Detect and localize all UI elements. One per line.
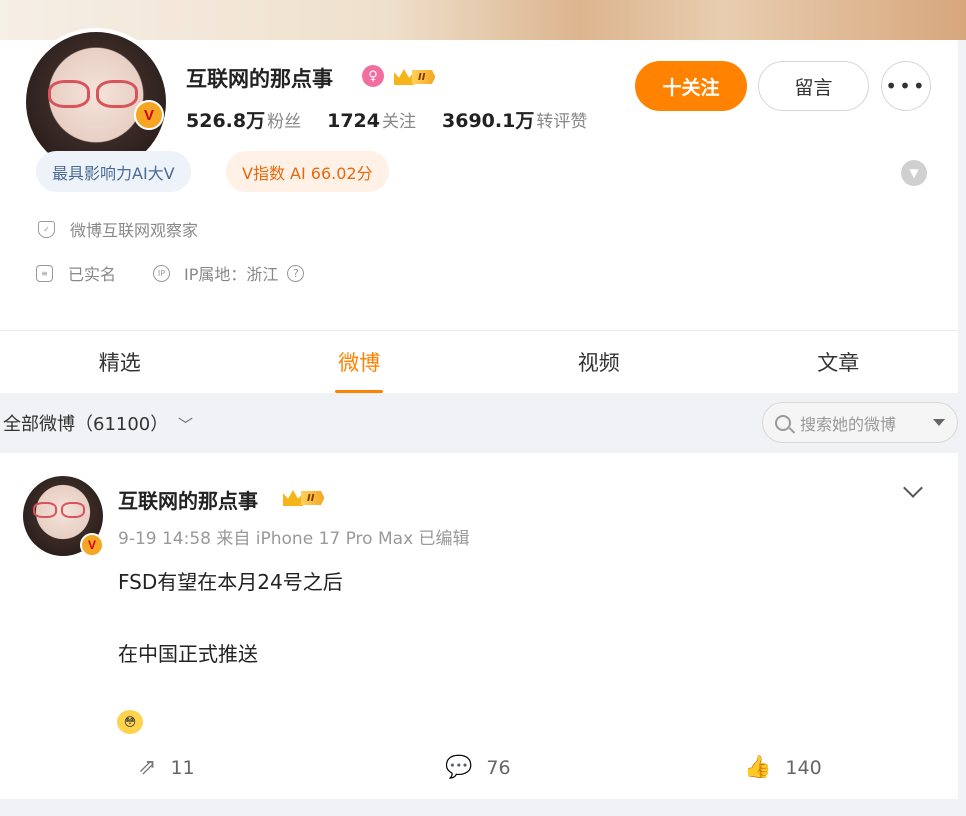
repost-count: 11: [170, 756, 195, 779]
help-icon[interactable]: ?: [287, 264, 305, 282]
post-text-line: 在中国正式推送: [118, 642, 258, 666]
like-button[interactable]: 👍 140: [744, 755, 822, 780]
stat-followers[interactable]: 526.8万 粉丝: [186, 106, 301, 133]
expand-chevron-icon[interactable]: ▼: [901, 160, 927, 186]
stat-value: 3690.1万: [442, 110, 535, 132]
post-filter-label: 全部微博（61100）: [3, 414, 169, 435]
tab-weibo[interactable]: 微博: [240, 331, 480, 393]
ip-icon: IP: [153, 264, 170, 282]
stat-value: 526.8万: [186, 110, 266, 132]
page: V 互联网的那点事 ♀ II 526.8万 粉丝 1724 关注 3690.1万 转评…: [0, 0, 966, 816]
stat-value: 1724: [327, 110, 380, 132]
stat-label: 粉丝: [267, 112, 302, 132]
ip-location-text: IP属地：浙江: [184, 265, 279, 284]
stat-label: 转评赞: [536, 112, 588, 132]
avatar-glasses-right: [96, 80, 138, 108]
search-icon: [775, 414, 791, 431]
post-meta: 9-19 14:58 来自 iPhone 17 Pro Max 已编辑: [118, 529, 470, 549]
description-row: ✓ 微博互联网观察家: [38, 217, 198, 241]
search-scope-caret-icon[interactable]: [933, 419, 945, 426]
verified-badge-icon: V: [80, 533, 104, 557]
message-button[interactable]: 留言: [758, 61, 869, 111]
stat-following[interactable]: 1724 关注: [327, 107, 416, 132]
v-index-tag[interactable]: V指数 AI 66.02分: [226, 151, 389, 192]
search-placeholder: 搜索她的微博: [800, 414, 897, 434]
comment-icon: 💬: [445, 755, 473, 780]
profile-stats: 526.8万 粉丝 1724 关注 3690.1万 转评赞: [186, 106, 587, 133]
post-text-line: FSD有望在本月24号之后: [118, 570, 343, 594]
avatar-glasses-left: [48, 80, 90, 108]
female-icon: ♀: [362, 65, 384, 87]
profile-tabs: 精选 微博 视频 文章: [0, 330, 958, 393]
ip-location-row: IP IP属地：浙江 ?: [153, 261, 305, 285]
post-card: V 互联网的那点事 II 9-19 14:58 来自 iPhone 17 Pro…: [0, 453, 958, 799]
stat-label: 关注: [382, 112, 416, 132]
repost-button[interactable]: ⇗ 11: [138, 755, 195, 780]
vip-level: II: [301, 491, 325, 505]
tab-featured[interactable]: 精选: [0, 331, 240, 393]
chevron-down-icon: ﹀: [178, 416, 194, 434]
tab-articles[interactable]: 文章: [719, 331, 959, 393]
filter-bar: 全部微博（61100） ﹀ 搜索她的微博: [0, 393, 966, 453]
more-options-button[interactable]: •••: [881, 61, 931, 111]
emoji-icon: 😳: [117, 710, 143, 734]
profile-name: 互联网的那点事: [186, 67, 333, 91]
description-text: 微博互联网观察家: [70, 221, 199, 240]
search-box[interactable]: 搜索她的微博: [762, 402, 958, 443]
avatar-glasses-left: [33, 502, 57, 518]
real-name-text: 已实名: [68, 265, 117, 284]
comment-button[interactable]: 💬 76: [445, 755, 511, 780]
tab-video[interactable]: 视频: [479, 331, 719, 393]
share-icon: ⇗: [138, 755, 157, 780]
post-author-name[interactable]: 互联网的那点事: [118, 485, 258, 514]
vip-crown-icon[interactable]: II: [283, 489, 325, 507]
influence-tag[interactable]: 最具影响力AI大V: [36, 151, 191, 192]
shield-icon: ✓: [38, 220, 55, 238]
verified-badge-icon: V: [134, 100, 164, 130]
real-name-row: ≡ 已实名: [36, 261, 116, 285]
id-card-icon: ≡: [36, 264, 53, 282]
vip-level: II: [412, 70, 436, 84]
like-count: 140: [785, 756, 822, 779]
stat-engagement[interactable]: 3690.1万 转评赞: [442, 106, 587, 133]
comment-count: 76: [486, 756, 511, 779]
post-menu-chevron-icon[interactable]: [903, 478, 923, 498]
post-filter-dropdown[interactable]: 全部微博（61100） ﹀: [3, 410, 193, 436]
cover-image: [0, 0, 966, 40]
avatar-glasses-right: [61, 502, 85, 518]
follow-button[interactable]: 十关注: [635, 61, 747, 111]
thumbs-up-icon: 👍: [744, 755, 772, 780]
vip-crown-icon[interactable]: II: [394, 68, 436, 86]
profile-card: V 互联网的那点事 ♀ II 526.8万 粉丝 1724 关注 3690.1万 转评…: [0, 28, 958, 330]
